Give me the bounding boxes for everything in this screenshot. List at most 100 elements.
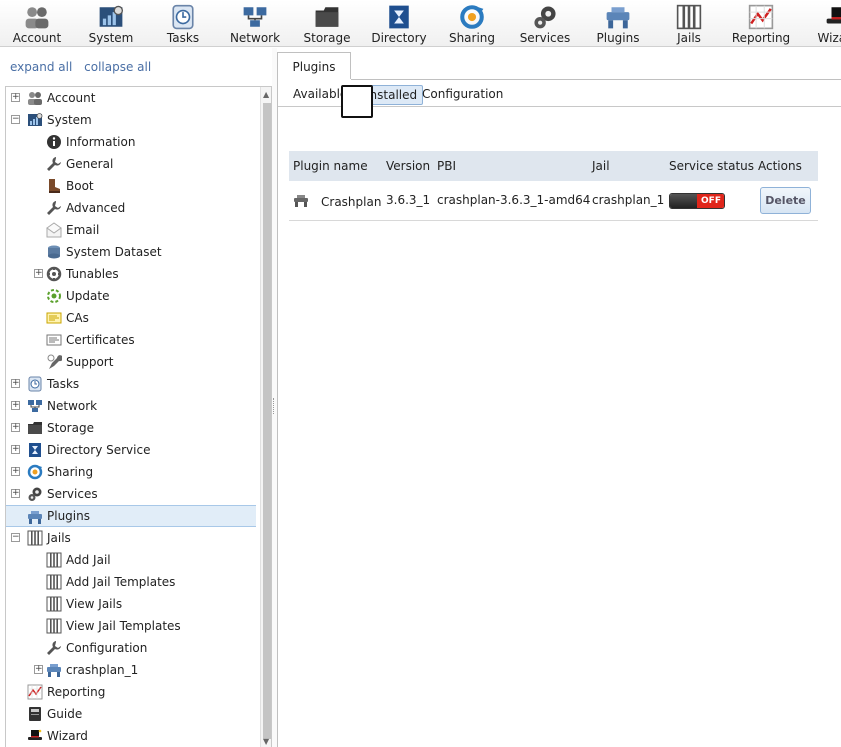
collapse-icon[interactable]: − (11, 533, 20, 542)
sidebar-item-services[interactable]: + Services (6, 483, 256, 505)
wizard-icon (28, 729, 42, 740)
sidebar-item-label: Services (47, 487, 98, 501)
sidebar-item-add-jail-templates[interactable]: Add Jail Templates (6, 571, 256, 593)
sidebar-item-advanced[interactable]: Advanced (6, 197, 256, 219)
directory-icon (389, 5, 409, 29)
sidebar-item-boot[interactable]: Boot (6, 175, 256, 197)
plugins-icon (27, 509, 43, 525)
toolbar-label: Directory (371, 31, 427, 45)
sidebar-item-certificates[interactable]: Certificates (6, 329, 256, 351)
column-jail[interactable]: Jail (592, 151, 610, 181)
dataset-icon (48, 245, 60, 259)
delete-button[interactable]: Delete (760, 187, 811, 214)
wrench-icon (47, 157, 61, 171)
scroll-up-arrow-icon[interactable]: ▲ (263, 90, 269, 99)
collapse-icon[interactable]: − (11, 115, 20, 124)
expand-icon[interactable]: + (11, 489, 20, 498)
expand-collapse-links: expand all collapse all (10, 60, 159, 74)
expand-icon[interactable]: + (11, 445, 20, 454)
toolbar-wizard-button[interactable]: Wizard (808, 0, 841, 46)
plugins-icon (46, 662, 62, 678)
toolbar-system-button[interactable]: System (80, 0, 142, 46)
jails-icon (46, 596, 62, 612)
sidebar-item-storage[interactable]: + Storage (6, 417, 256, 439)
sidebar-item-view-jails[interactable]: View Jails (6, 593, 256, 615)
tree-scrollbar[interactable]: ▲ ▼ (260, 87, 271, 747)
sidebar-item-system[interactable]: − System (6, 109, 256, 131)
network-icon (27, 398, 43, 414)
jails-icon (46, 552, 62, 568)
expand-icon[interactable]: + (34, 665, 43, 674)
sidebar-item-add-jail[interactable]: Add Jail (6, 549, 256, 571)
column-version[interactable]: Version (386, 151, 430, 181)
sidebar-item-view-jail-templates[interactable]: View Jail Templates (6, 615, 256, 637)
expand-icon[interactable]: + (11, 379, 20, 388)
sidebar-item-jails[interactable]: − Jails (6, 527, 256, 549)
sidebar-item-label: Storage (47, 421, 94, 435)
sidebar-item-sharing[interactable]: + Sharing (6, 461, 256, 483)
plugins-panel: Available Installed Configuration Plugin… (277, 79, 841, 747)
sidebar-item-update[interactable]: Update (6, 285, 256, 307)
sidebar-item-label: Boot (66, 179, 94, 193)
subtab-configuration[interactable]: Configuration (417, 85, 508, 105)
scroll-down-arrow-icon[interactable]: ▼ (263, 737, 269, 746)
sidebar-item-tasks[interactable]: + Tasks (6, 373, 256, 395)
jails-icon (46, 618, 62, 634)
sidebar-item-configuration[interactable]: Configuration (6, 637, 256, 659)
sidebar-item-label: crashplan_1 (66, 663, 139, 677)
collapse-all-link[interactable]: collapse all (84, 60, 151, 74)
toolbar-storage-button[interactable]: Storage (296, 0, 358, 46)
tab-plugins[interactable]: Plugins (277, 52, 351, 79)
services-icon (27, 486, 43, 502)
sidebar-item-directory-service[interactable]: + Directory Service (6, 439, 256, 461)
sidebar-item-information[interactable]: Information (6, 131, 256, 153)
table-row[interactable]: Crashplan 3.6.3_1 crashplan-3.6.3_1-amd6… (289, 181, 818, 221)
reporting-icon (27, 684, 43, 700)
sidebar-item-general[interactable]: General (6, 153, 256, 175)
tasks-icon (172, 4, 194, 30)
plugin-pbi-cell: crashplan-3.6.3_1-amd64 (437, 193, 591, 207)
sidebar-item-crashplan-1[interactable]: + crashplan_1 (6, 659, 256, 681)
toolbar-jails-button[interactable]: Jails (658, 0, 720, 46)
toolbar-label: Wizard (817, 31, 841, 45)
sidebar-item-guide[interactable]: Guide (6, 703, 256, 725)
toolbar-directory-button[interactable]: Directory (368, 0, 430, 46)
toolbar-account-button[interactable]: Account (6, 0, 68, 46)
sidebar-item-cas[interactable]: CAs (6, 307, 256, 329)
sidebar-item-network[interactable]: + Network (6, 395, 256, 417)
toolbar-services-button[interactable]: Services (514, 0, 576, 46)
expand-icon[interactable]: + (34, 269, 43, 278)
sidebar-item-support[interactable]: Support (6, 351, 256, 373)
column-pbi[interactable]: PBI (437, 151, 456, 181)
sidebar-item-email[interactable]: Email (6, 219, 256, 241)
certificate-authority-icon (46, 312, 62, 324)
sidebar-item-reporting[interactable]: Reporting (6, 681, 256, 703)
column-plugin-name[interactable]: Plugin name (293, 151, 368, 181)
toolbar-plugins-button[interactable]: Plugins (587, 0, 649, 46)
expand-icon[interactable]: + (11, 423, 20, 432)
sidebar-item-wizard[interactable]: Wizard (6, 725, 256, 747)
sidebar-item-system-dataset[interactable]: System Dataset (6, 241, 256, 263)
sidebar-item-label: Configuration (66, 641, 148, 655)
sidebar-item-account[interactable]: + Account (6, 87, 256, 109)
sidebar-item-label: CAs (66, 311, 89, 325)
column-service-status[interactable]: Service status (669, 151, 754, 181)
expand-icon[interactable]: + (11, 93, 20, 102)
sidebar-item-tunables[interactable]: + Tunables (6, 263, 256, 285)
column-actions[interactable]: Actions (758, 151, 802, 181)
sidebar-item-plugins[interactable]: Plugins (6, 505, 256, 527)
tunables-icon (46, 266, 62, 282)
expand-all-link[interactable]: expand all (10, 60, 72, 74)
toolbar-label: Jails (677, 31, 701, 45)
toolbar-reporting-button[interactable]: Reporting (730, 0, 792, 46)
toolbar-network-button[interactable]: Network (224, 0, 286, 46)
information-icon (47, 135, 61, 149)
expand-icon[interactable]: + (11, 401, 20, 410)
toolbar-sharing-button[interactable]: Sharing (441, 0, 503, 46)
service-status-toggle[interactable]: OFF (669, 193, 725, 209)
expand-icon[interactable]: + (11, 467, 20, 476)
splitter-grip-icon[interactable] (273, 398, 276, 414)
scroll-thumb[interactable] (263, 103, 271, 739)
toolbar-tasks-button[interactable]: Tasks (152, 0, 214, 46)
support-icon (47, 354, 63, 369)
